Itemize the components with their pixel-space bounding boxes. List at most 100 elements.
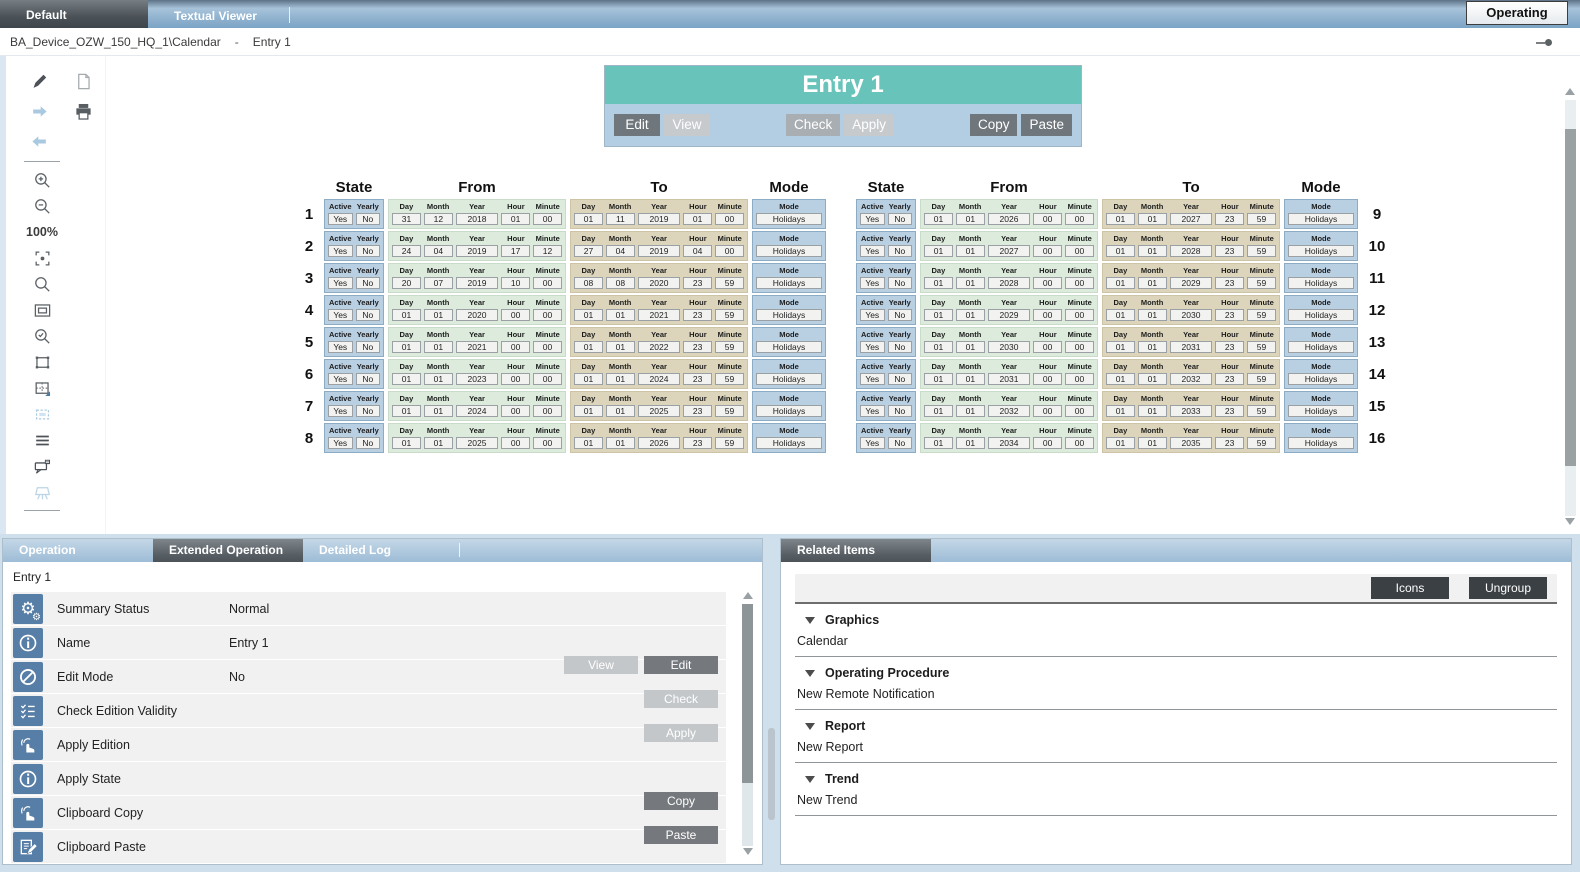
magnifier-icon[interactable] xyxy=(33,275,52,294)
mode-field[interactable]: Holidays xyxy=(756,341,822,353)
minute-field[interactable]: 00 xyxy=(533,341,562,353)
month-field[interactable]: 01 xyxy=(424,309,453,321)
scroll-up-icon[interactable] xyxy=(1565,88,1576,98)
hour-field[interactable]: 23 xyxy=(1215,309,1244,321)
hour-field[interactable]: 01 xyxy=(683,213,712,225)
minute-field[interactable]: 00 xyxy=(533,405,562,417)
yearly-field[interactable]: No xyxy=(888,213,913,225)
mode-field[interactable]: Holidays xyxy=(1288,245,1354,257)
edit-button[interactable]: Edit xyxy=(644,656,718,674)
tab-related-items[interactable]: Related Items xyxy=(781,539,931,562)
viewport-icon[interactable] xyxy=(33,301,52,320)
minute-field[interactable]: 00 xyxy=(533,437,562,449)
day-field[interactable]: 31 xyxy=(392,213,421,225)
day-field[interactable]: 01 xyxy=(924,245,953,257)
hour-field[interactable]: 23 xyxy=(683,341,712,353)
month-field[interactable]: 01 xyxy=(606,309,635,321)
month-field[interactable]: 01 xyxy=(956,341,985,353)
active-field[interactable]: Yes xyxy=(860,309,885,321)
day-field[interactable]: 08 xyxy=(574,277,603,289)
comment-icon[interactable] xyxy=(33,457,52,476)
zoom-check-icon[interactable] xyxy=(33,327,52,346)
active-field[interactable]: Yes xyxy=(328,437,353,449)
year-field[interactable]: 2029 xyxy=(988,309,1030,321)
month-field[interactable]: 01 xyxy=(1138,213,1167,225)
mode-field[interactable]: Holidays xyxy=(756,373,822,385)
day-field[interactable]: 01 xyxy=(1106,245,1135,257)
year-field[interactable]: 2028 xyxy=(988,277,1030,289)
month-field[interactable]: 01 xyxy=(424,437,453,449)
hour-field[interactable]: 10 xyxy=(501,277,530,289)
paste-button[interactable]: Paste xyxy=(644,826,718,844)
minute-field[interactable]: 00 xyxy=(1065,341,1094,353)
minute-field[interactable]: 00 xyxy=(533,213,562,225)
year-field[interactable]: 2030 xyxy=(1170,309,1212,321)
collapse-triangle-icon[interactable] xyxy=(805,617,815,624)
month-field[interactable]: 01 xyxy=(1138,277,1167,289)
minute-field[interactable]: 59 xyxy=(715,437,744,449)
active-field[interactable]: Yes xyxy=(860,277,885,289)
region-select-icon[interactable] xyxy=(33,405,52,424)
month-field[interactable]: 12 xyxy=(424,213,453,225)
year-field[interactable]: 2032 xyxy=(1170,373,1212,385)
mode-field[interactable]: Holidays xyxy=(756,437,822,449)
yearly-field[interactable]: No xyxy=(356,213,381,225)
day-field[interactable]: 01 xyxy=(1106,405,1135,417)
year-field[interactable]: 2020 xyxy=(456,309,498,321)
hour-field[interactable]: 04 xyxy=(683,245,712,257)
scroll-down-icon[interactable] xyxy=(1565,518,1576,528)
month-field[interactable]: 01 xyxy=(424,341,453,353)
print-icon[interactable] xyxy=(74,102,93,121)
hour-field[interactable]: 23 xyxy=(683,309,712,321)
select-frame-icon[interactable] xyxy=(33,353,52,372)
minute-field[interactable]: 59 xyxy=(1247,341,1276,353)
related-section-header[interactable]: Graphics xyxy=(795,604,1557,631)
scroll-up-icon[interactable] xyxy=(743,592,754,602)
active-field[interactable]: Yes xyxy=(328,341,353,353)
day-field[interactable]: 01 xyxy=(924,277,953,289)
day-field[interactable]: 01 xyxy=(1106,309,1135,321)
related-item[interactable]: New Report xyxy=(795,737,1557,762)
minute-field[interactable]: 00 xyxy=(533,309,562,321)
minute-field[interactable]: 00 xyxy=(1065,213,1094,225)
ungroup-button[interactable]: Ungroup xyxy=(1469,577,1547,599)
mode-field[interactable]: Holidays xyxy=(1288,341,1354,353)
minute-field[interactable]: 59 xyxy=(715,405,744,417)
active-field[interactable]: Yes xyxy=(860,373,885,385)
scrollbar-track[interactable] xyxy=(742,604,753,846)
related-item[interactable]: Calendar xyxy=(795,631,1557,656)
icons-button[interactable]: Icons xyxy=(1371,577,1449,599)
operation-scrollbar[interactable] xyxy=(741,592,754,858)
minute-field[interactable]: 00 xyxy=(1065,277,1094,289)
active-field[interactable]: Yes xyxy=(328,213,353,225)
hour-field[interactable]: 00 xyxy=(1033,245,1062,257)
edit-button[interactable]: Edit xyxy=(614,114,660,136)
yearly-field[interactable]: No xyxy=(356,341,381,353)
hour-field[interactable]: 00 xyxy=(501,341,530,353)
minute-field[interactable]: 59 xyxy=(715,373,744,385)
year-field[interactable]: 2019 xyxy=(638,245,680,257)
minute-field[interactable]: 00 xyxy=(715,245,744,257)
year-field[interactable]: 2020 xyxy=(638,277,680,289)
minute-field[interactable]: 00 xyxy=(1065,245,1094,257)
active-field[interactable]: Yes xyxy=(328,309,353,321)
minute-field[interactable]: 59 xyxy=(715,341,744,353)
month-field[interactable]: 01 xyxy=(1138,405,1167,417)
minute-field[interactable]: 59 xyxy=(1247,405,1276,417)
day-field[interactable]: 01 xyxy=(924,373,953,385)
day-field[interactable]: 01 xyxy=(1106,277,1135,289)
month-field[interactable]: 01 xyxy=(606,437,635,449)
mode-field[interactable]: Holidays xyxy=(756,309,822,321)
pan-view-icon[interactable] xyxy=(33,379,52,398)
year-field[interactable]: 2034 xyxy=(988,437,1030,449)
mode-field[interactable]: Holidays xyxy=(1288,213,1354,225)
mode-field[interactable]: Holidays xyxy=(1288,373,1354,385)
year-field[interactable]: 2021 xyxy=(638,309,680,321)
day-field[interactable]: 01 xyxy=(574,373,603,385)
active-field[interactable]: Yes xyxy=(860,213,885,225)
day-field[interactable]: 01 xyxy=(924,213,953,225)
month-field[interactable]: 01 xyxy=(424,373,453,385)
active-field[interactable]: Yes xyxy=(860,341,885,353)
month-field[interactable]: 01 xyxy=(424,405,453,417)
day-field[interactable]: 01 xyxy=(574,213,603,225)
